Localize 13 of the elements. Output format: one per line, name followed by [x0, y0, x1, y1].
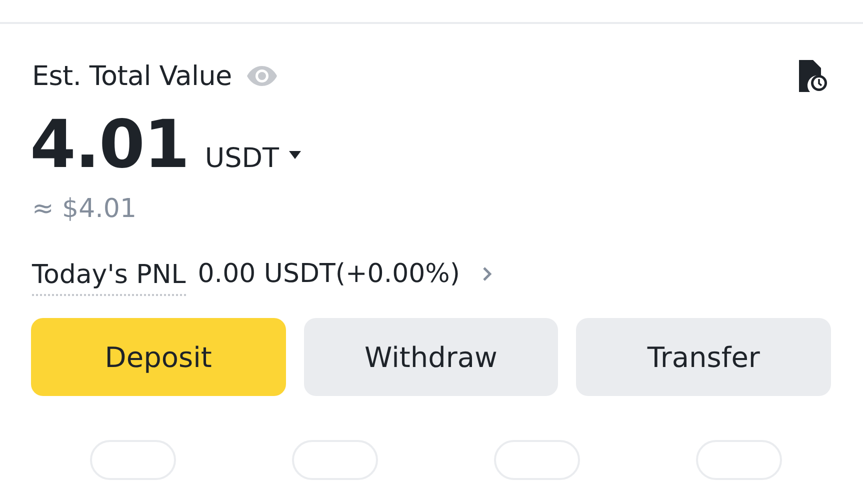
eye-icon[interactable] — [246, 65, 278, 87]
pnl-label[interactable]: Today's PNL — [32, 260, 186, 296]
caret-icon — [289, 150, 302, 158]
action-button[interactable]: Transfer — [576, 318, 831, 396]
currency-selector[interactable]: USDT — [204, 143, 302, 174]
total-value-label: Est. Total Value — [32, 60, 232, 92]
chevron-right-icon[interactable] — [482, 266, 492, 282]
balance-amount: 4.01 — [30, 106, 189, 183]
action-button[interactable]: Deposit — [31, 318, 286, 396]
action-button[interactable]: Withdraw — [304, 318, 558, 396]
fiat-value: ≈ $4.01 — [31, 193, 138, 226]
pnl-value: 0.00 USDT(+0.00%) — [198, 259, 460, 289]
history-icon[interactable] — [799, 60, 829, 92]
